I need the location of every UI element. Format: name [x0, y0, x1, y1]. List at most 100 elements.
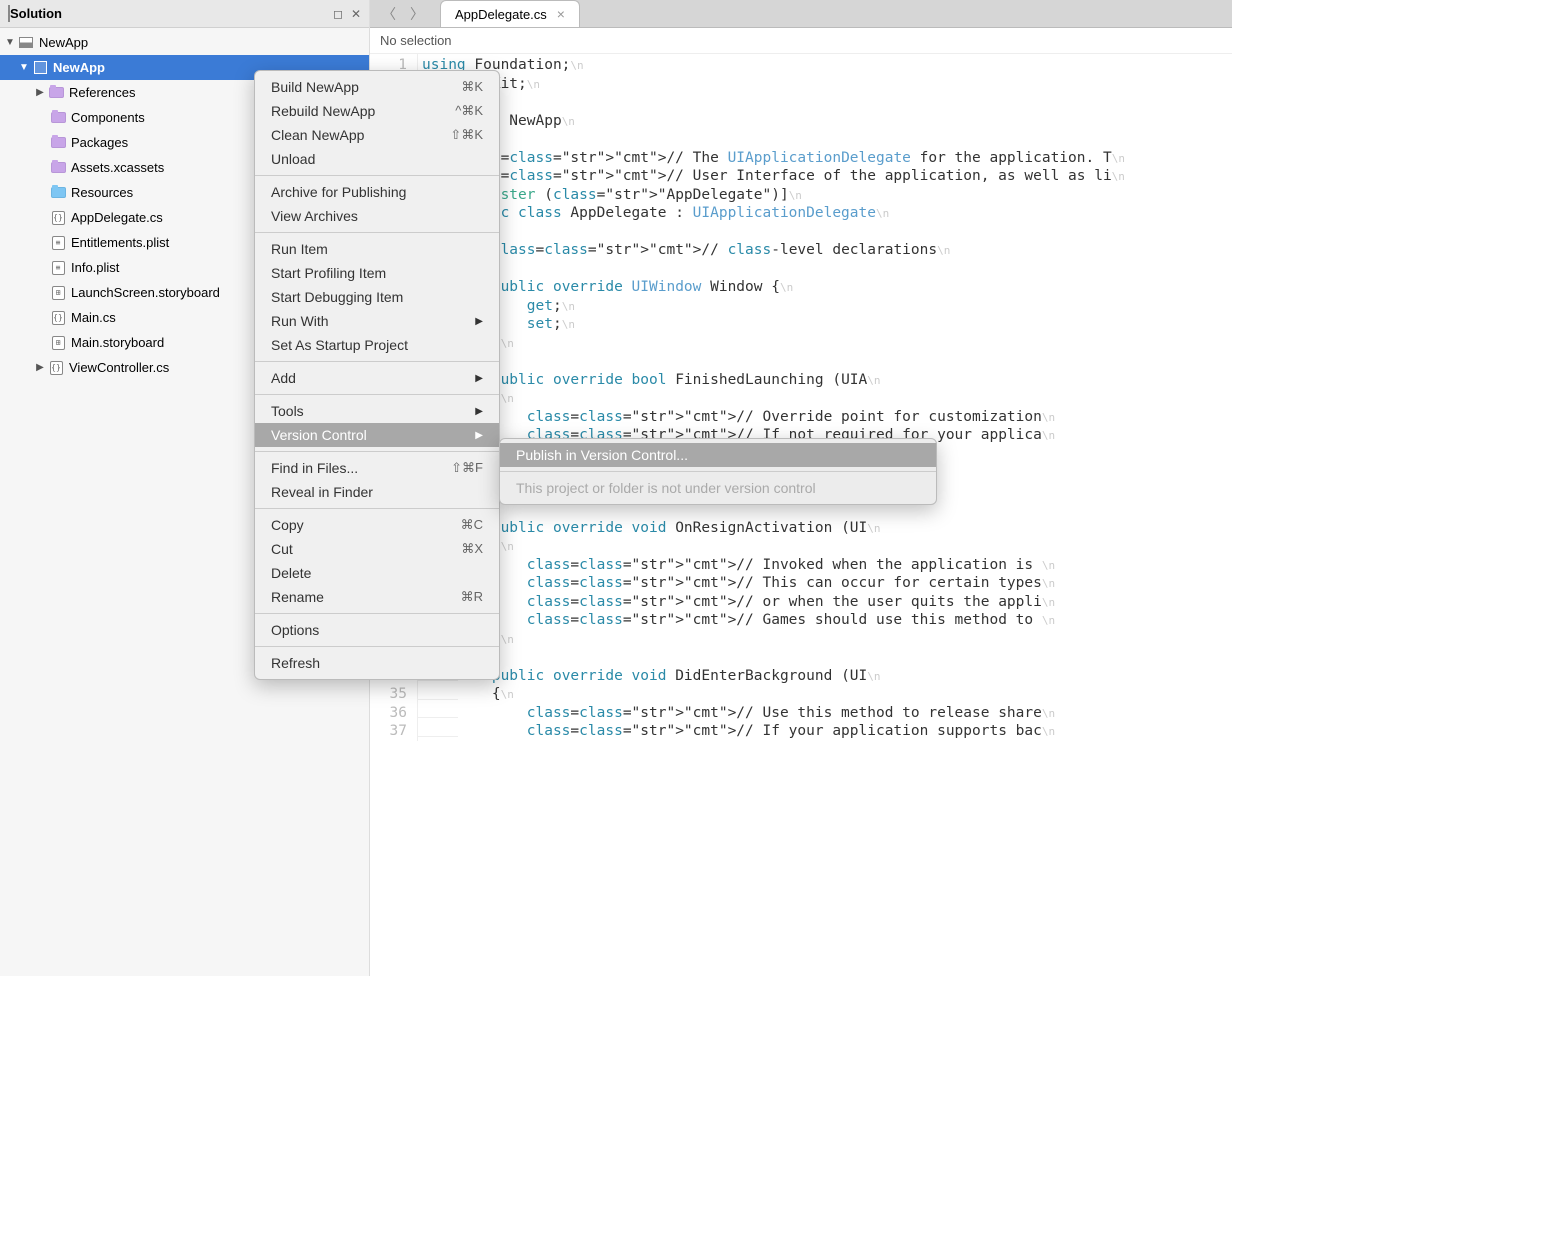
file-sb-icon: ⊞ [50, 286, 66, 300]
menu-label: Start Debugging Item [271, 289, 403, 305]
menu-reveal-in-finder[interactable]: Reveal in Finder [255, 480, 499, 504]
menu-start-profiling-item[interactable]: Start Profiling Item [255, 261, 499, 285]
menu-label: Add [271, 370, 296, 386]
menu-view-archives[interactable]: View Archives [255, 204, 499, 228]
solution-header: Solution ◻ ✕ [0, 0, 369, 28]
tree-label: Resources [71, 185, 133, 200]
menu-separator [255, 175, 499, 176]
chevron-right-icon[interactable]: ▶ [34, 362, 46, 373]
panel-float-icon[interactable]: ◻ [333, 7, 343, 21]
menu-label: This project or folder is not under vers… [516, 480, 816, 496]
tree-label: NewApp [53, 60, 105, 75]
shortcut: ^⌘K [455, 103, 483, 119]
version-control-submenu: Publish in Version Control... This proje… [499, 438, 937, 505]
menu-rebuild-newapp[interactable]: Rebuild NewApp^⌘K [255, 99, 499, 123]
menu-label: Reveal in Finder [271, 484, 373, 500]
chevron-down-icon[interactable]: ▼ [18, 62, 30, 73]
menu-unload[interactable]: Unload [255, 147, 499, 171]
chevron-right-icon[interactable]: ▶ [34, 87, 46, 98]
file-sb-icon: ⊞ [50, 336, 66, 350]
menu-copy[interactable]: Copy ⌘C [255, 513, 499, 537]
menu-label: Rename [271, 589, 324, 605]
tree-label: Components [71, 110, 145, 125]
tree-label: Main.storyboard [71, 335, 164, 350]
menu-separator [255, 451, 499, 452]
menu-label: Delete [271, 565, 311, 581]
menu-separator [255, 361, 499, 362]
menu-find-in-files-[interactable]: Find in Files... ⇧⌘F [255, 456, 499, 480]
menu-separator [500, 471, 936, 472]
menu-rename[interactable]: Rename ⌘R [255, 585, 499, 609]
context-menu: Build NewApp⌘KRebuild NewApp^⌘KClean New… [254, 70, 500, 680]
solution-title: Solution [10, 6, 333, 21]
editor-tab[interactable]: AppDelegate.cs × [440, 0, 580, 27]
file-cs-icon: {} [50, 311, 66, 325]
shortcut: ⇧⌘F [451, 460, 483, 476]
menu-options[interactable]: Options [255, 618, 499, 642]
shortcut: ⌘C [461, 517, 483, 533]
menu-archive-for-publishing[interactable]: Archive for Publishing [255, 180, 499, 204]
menu-label: Set As Startup Project [271, 337, 408, 353]
menu-publish-version-control[interactable]: Publish in Version Control... [500, 443, 936, 467]
menu-run-item[interactable]: Run Item [255, 237, 499, 261]
project-icon [32, 61, 48, 75]
folder-blue-icon [50, 186, 66, 200]
tree-label: Entitlements.plist [71, 235, 169, 250]
menu-separator [255, 613, 499, 614]
menu-label: Build NewApp [271, 79, 359, 95]
file-plist-icon: ≡ [50, 261, 66, 275]
menu-add[interactable]: Add ▶ [255, 366, 499, 390]
file-cs-icon: {} [50, 211, 66, 225]
tree-label: Packages [71, 135, 128, 150]
menu-label: Run With [271, 313, 329, 329]
menu-label: Options [271, 622, 319, 638]
tree-label: References [69, 85, 135, 100]
menu-clean-newapp[interactable]: Clean NewApp⇧⌘K [255, 123, 499, 147]
menu-separator [255, 646, 499, 647]
menu-delete[interactable]: Delete [255, 561, 499, 585]
shortcut: ⌘K [461, 79, 483, 95]
menu-start-debugging-item[interactable]: Start Debugging Item [255, 285, 499, 309]
shortcut: ⌘R [461, 589, 483, 605]
breadcrumb[interactable]: No selection [370, 28, 1232, 54]
tree-label: LaunchScreen.storyboard [71, 285, 220, 300]
code-content[interactable]: using Foundation;\nusing UIKit;\nnamespa… [418, 54, 1125, 741]
shortcut: ⌘X [461, 541, 483, 557]
chevron-right-icon: ▶ [475, 373, 483, 384]
tree-label: AppDelegate.cs [71, 210, 163, 225]
menu-label: Publish in Version Control... [516, 447, 688, 463]
tree-label: Main.cs [71, 310, 116, 325]
close-icon[interactable]: × [557, 6, 565, 22]
chevron-right-icon: ▶ [475, 316, 483, 327]
menu-tools[interactable]: Tools ▶ [255, 399, 499, 423]
menu-version-control[interactable]: Version Control▶ [255, 423, 499, 447]
menu-label: Archive for Publishing [271, 184, 406, 200]
tree-label: Assets.xcassets [71, 160, 164, 175]
menu-vc-note: This project or folder is not under vers… [500, 476, 936, 500]
tab-bar: 〈 〉 AppDelegate.cs × [370, 0, 1232, 28]
nav-forward-icon[interactable]: 〉 [410, 4, 424, 24]
menu-label: Tools [271, 403, 304, 419]
chevron-right-icon: ▶ [475, 406, 483, 417]
menu-label: Cut [271, 541, 293, 557]
menu-label: Refresh [271, 655, 320, 671]
menu-separator [255, 508, 499, 509]
menu-set-as-startup-project[interactable]: Set As Startup Project [255, 333, 499, 357]
menu-label: Copy [271, 517, 304, 533]
menu-label: Clean NewApp [271, 127, 364, 143]
file-plist-icon: ≡ [50, 236, 66, 250]
chevron-right-icon: ▶ [475, 430, 483, 441]
menu-run-with[interactable]: Run With ▶ [255, 309, 499, 333]
menu-refresh[interactable]: Refresh [255, 651, 499, 675]
tree-solution-root[interactable]: ▼ NewApp [0, 30, 369, 55]
folder-purple-icon [50, 136, 66, 150]
menu-label: Find in Files... [271, 460, 358, 476]
folder-purple-icon [48, 86, 64, 100]
chevron-down-icon[interactable]: ▼ [4, 37, 16, 48]
menu-separator [255, 394, 499, 395]
menu-build-newapp[interactable]: Build NewApp ⌘K [255, 75, 499, 99]
panel-close-icon[interactable]: ✕ [351, 7, 361, 21]
menu-cut[interactable]: Cut ⌘X [255, 537, 499, 561]
nav-back-icon[interactable]: 〈 [382, 4, 396, 24]
menu-label: Start Profiling Item [271, 265, 386, 281]
